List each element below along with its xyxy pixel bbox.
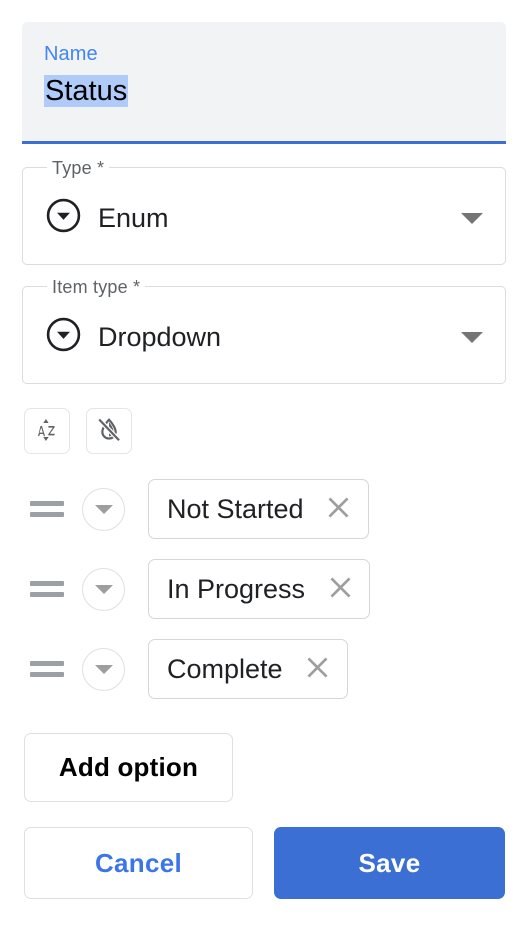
option-menu-button[interactable] xyxy=(82,487,125,531)
cancel-button[interactable]: Cancel xyxy=(24,827,253,899)
close-icon xyxy=(323,492,354,526)
option-clear-button[interactable] xyxy=(322,492,356,526)
option-clear-button[interactable] xyxy=(323,572,357,606)
options-toolbar xyxy=(24,408,132,454)
drag-handle-icon[interactable] xyxy=(30,659,64,679)
option-row[interactable]: In Progress xyxy=(0,558,532,620)
save-button[interactable]: Save xyxy=(274,827,505,899)
close-icon xyxy=(302,652,333,686)
chevron-down-icon[interactable] xyxy=(461,331,483,343)
option-menu-button[interactable] xyxy=(82,647,125,691)
option-value[interactable]: Not Started xyxy=(167,492,304,526)
type-select[interactable]: Type * Enum xyxy=(22,158,506,265)
option-input-box[interactable]: Not Started xyxy=(148,479,369,539)
option-input-box[interactable]: Complete xyxy=(148,639,348,699)
arrow-drop-down-icon xyxy=(94,664,113,674)
close-icon xyxy=(325,572,356,606)
arrow-drop-down-circle-icon xyxy=(45,197,82,239)
option-menu-button[interactable] xyxy=(82,567,125,611)
name-field-value-wrap[interactable]: Status xyxy=(44,72,484,110)
item-type-select-row[interactable]: Dropdown xyxy=(45,315,487,359)
item-type-select-label: Item type * xyxy=(47,277,146,297)
arrow-drop-down-circle-icon xyxy=(45,316,82,358)
name-field-value[interactable]: Status xyxy=(44,75,129,107)
option-row[interactable]: Complete xyxy=(0,638,532,700)
type-select-value: Enum xyxy=(98,203,169,233)
arrow-drop-down-icon xyxy=(94,584,113,594)
option-value[interactable]: In Progress xyxy=(167,572,305,606)
item-type-select[interactable]: Item type * Dropdown xyxy=(22,277,506,384)
sort-by-alpha-icon xyxy=(33,416,61,447)
option-input-box[interactable]: In Progress xyxy=(148,559,371,619)
item-type-select-value: Dropdown xyxy=(98,322,222,352)
invert-colors-off-button[interactable] xyxy=(86,408,132,454)
chevron-down-icon[interactable] xyxy=(461,212,483,224)
field-editor-screen: Name Status Type * Enum Item type * Drop… xyxy=(0,0,532,928)
options-list: Not Started In Progress Complete xyxy=(0,478,532,718)
sort-alphabetically-button[interactable] xyxy=(24,408,70,454)
name-field-label: Name xyxy=(44,43,98,65)
add-option-button[interactable]: Add option xyxy=(24,733,233,802)
type-select-row[interactable]: Enum xyxy=(45,196,487,240)
type-select-label: Type * xyxy=(47,158,110,178)
option-clear-button[interactable] xyxy=(301,652,335,686)
option-value[interactable]: Complete xyxy=(167,652,283,686)
option-row[interactable]: Not Started xyxy=(0,478,532,540)
invert-colors-off-icon xyxy=(95,416,123,447)
name-field-panel[interactable]: Name Status xyxy=(22,22,506,144)
drag-handle-icon[interactable] xyxy=(30,499,64,519)
arrow-drop-down-icon xyxy=(94,504,113,514)
drag-handle-icon[interactable] xyxy=(30,579,64,599)
